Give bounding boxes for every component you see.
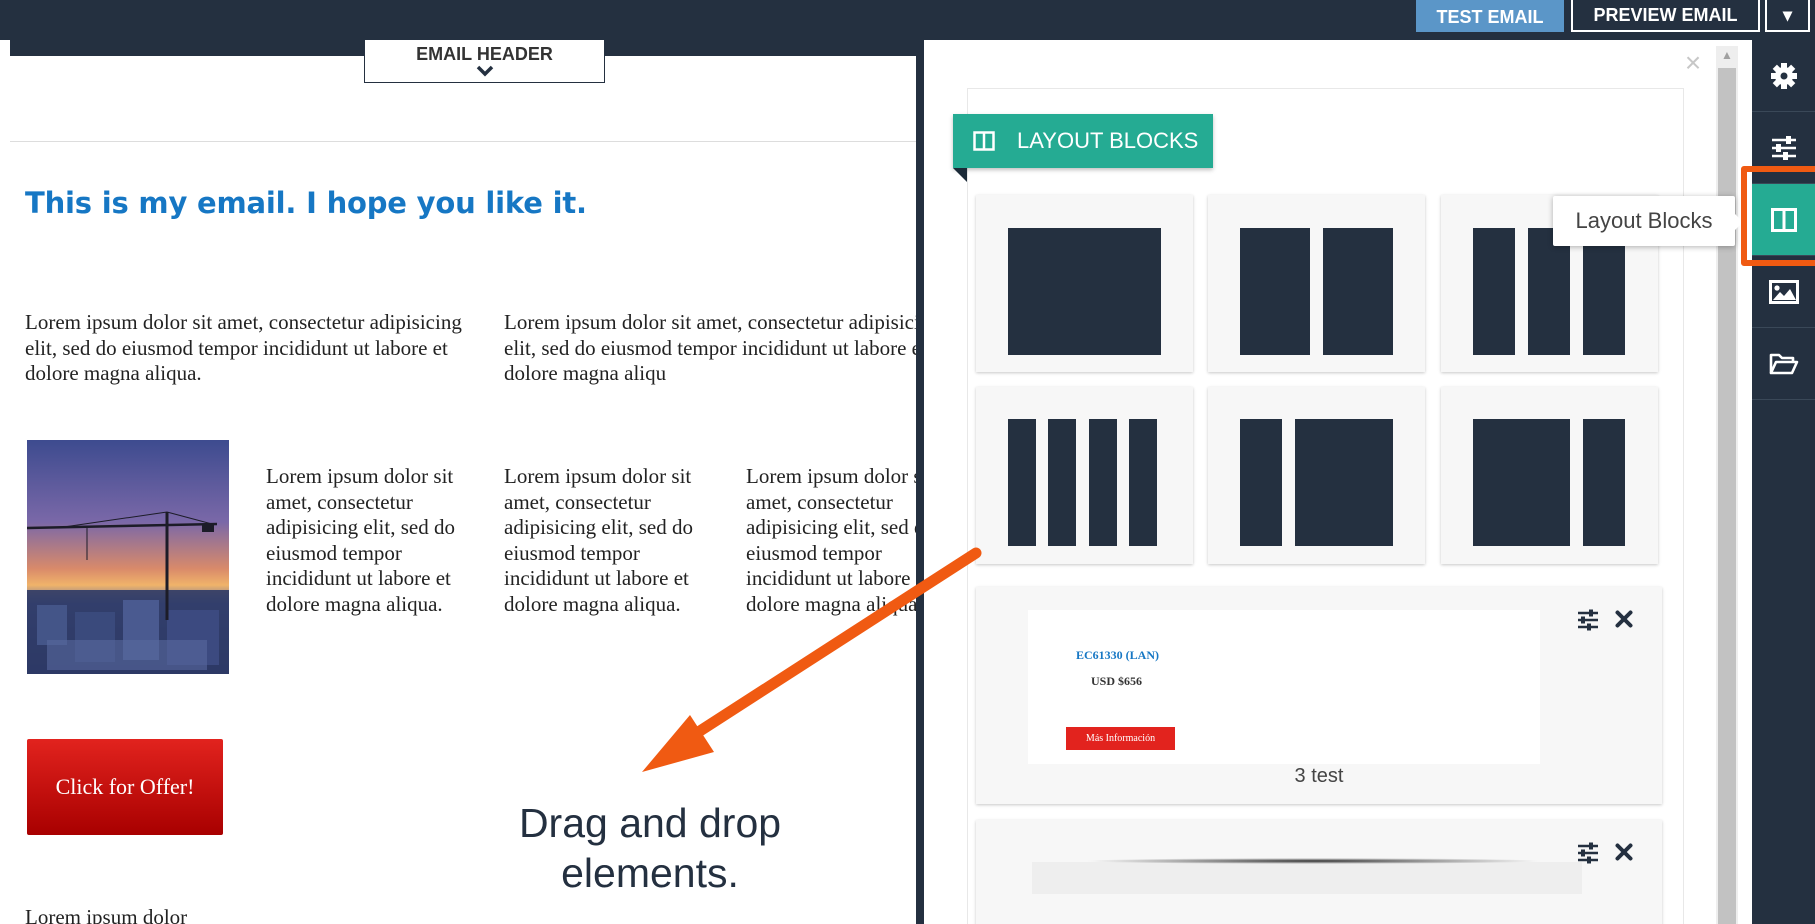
rail-adjustments[interactable]	[1752, 112, 1815, 184]
layout-tile-block	[1048, 419, 1076, 546]
email-column-2[interactable]: Lorem ipsum dolor sit amet, consectetur …	[504, 464, 704, 617]
email-paragraph-right-text: Lorem ipsum dolor sit amet, consectetur …	[504, 310, 916, 385]
layout-tile-block	[1323, 228, 1393, 355]
cta-label: Click for Offer!	[55, 774, 195, 799]
layout-tile-block	[1528, 228, 1570, 355]
columns-icon	[1770, 207, 1797, 232]
layout-tile-block	[1583, 228, 1625, 355]
sliders-icon	[1771, 135, 1796, 160]
columns-icon	[973, 131, 995, 151]
gear-icon	[1770, 62, 1797, 89]
panel-scrollbar[interactable]: ▲	[1716, 46, 1738, 924]
email-column-3[interactable]: Lorem ipsum dolor sit amet, consectetur …	[746, 464, 916, 617]
preview-more-info-button: Más Información	[1066, 727, 1175, 750]
layout-tile-narrow-wide[interactable]	[1208, 387, 1425, 564]
layout-tile-4-columns[interactable]	[976, 387, 1193, 564]
sliders-icon[interactable]	[1576, 842, 1600, 869]
layout-blocks-heading: LAYOUT BLOCKS	[953, 114, 1213, 168]
email-canvas[interactable]: EMAIL HEADER This is my email. I hope yo…	[0, 40, 916, 924]
chevron-down-icon	[476, 65, 493, 77]
rail-saved-files[interactable]	[1752, 328, 1815, 400]
email-header-label: EMAIL HEADER	[416, 44, 553, 64]
layout-tile-block	[1008, 228, 1161, 355]
email-column-1[interactable]: Lorem ipsum dolor sit amet, consectetur …	[266, 464, 466, 617]
layout-tile-block	[1583, 419, 1625, 546]
toolbar-more-button[interactable]: ▾	[1765, 0, 1810, 32]
sliders-icon[interactable]	[1576, 609, 1600, 636]
tooltip-pointer	[1735, 214, 1743, 230]
top-toolbar: TEST EMAIL PREVIEW EMAIL ▾	[0, 0, 1815, 40]
email-paragraph-right[interactable]: Lorem ipsum dolor sit amet, consectetur …	[504, 310, 916, 387]
header-divider	[10, 141, 916, 142]
badge-fold	[953, 168, 967, 182]
preview-product-code: EC61330 (LAN)	[1076, 648, 1159, 662]
layout-tile-block	[1240, 419, 1282, 546]
layout-blocks-title: LAYOUT BLOCKS	[1017, 128, 1199, 153]
layout-tile-block	[1089, 419, 1117, 546]
rail-images[interactable]	[1752, 256, 1815, 328]
layout-blocks-tooltip: Layout Blocks	[1553, 196, 1735, 246]
layout-tile-1-column[interactable]	[976, 195, 1193, 372]
preview-product-price: USD $656	[1091, 674, 1143, 688]
delete-icon[interactable]	[1614, 609, 1634, 636]
email-paragraph-bottom[interactable]: Lorem ipsum dolor	[25, 905, 187, 924]
saved-block-preview-shadow	[1084, 858, 1544, 864]
right-tool-rail	[1752, 40, 1815, 924]
layout-tile-block	[1008, 419, 1036, 546]
test-email-button[interactable]: TEST EMAIL	[1416, 0, 1564, 32]
layout-tile-block	[1473, 228, 1515, 355]
email-headline[interactable]: This is my email. I hope you like it.	[25, 186, 587, 220]
delete-icon[interactable]	[1614, 842, 1634, 869]
click-for-offer-button[interactable]: Click for Offer!	[27, 739, 223, 835]
email-paragraph-left[interactable]: Lorem ipsum dolor sit amet, consectetur …	[25, 310, 485, 387]
layout-tile-wide-narrow[interactable]	[1441, 387, 1658, 564]
scroll-up-arrow[interactable]: ▲	[1719, 48, 1735, 62]
rail-settings[interactable]	[1752, 40, 1815, 112]
saved-block-actions	[1576, 609, 1634, 636]
layout-tile-2-columns[interactable]	[1208, 195, 1425, 372]
saved-block-actions	[1576, 842, 1634, 869]
folder-open-icon	[1769, 353, 1798, 374]
preview-email-button[interactable]: PREVIEW EMAIL	[1571, 0, 1760, 32]
email-header-toggle[interactable]: EMAIL HEADER	[364, 40, 605, 83]
layout-tile-block	[1129, 419, 1157, 546]
saved-block-card[interactable]	[976, 820, 1662, 924]
crane-photo-image	[27, 440, 229, 674]
layout-tile-block	[1295, 419, 1393, 546]
construction-crane-photo[interactable]	[27, 440, 229, 674]
email-builder-app: TEST EMAIL PREVIEW EMAIL ▾ EMAIL HEADER …	[0, 0, 1815, 924]
layout-tile-block	[1240, 228, 1310, 355]
layout-blocks-panel: × ▲ LAYOUT BLOCKS EC61330 (LAN) USD $656…	[916, 40, 1752, 924]
close-icon[interactable]: ×	[1678, 48, 1708, 78]
drag-drop-annotation: Drag and drop elements.	[518, 800, 782, 896]
saved-block-label: 3 test	[1294, 765, 1344, 787]
rail-layout-blocks[interactable]	[1752, 184, 1815, 256]
layout-tile-block	[1473, 419, 1570, 546]
saved-block-preview	[1032, 862, 1582, 894]
saved-block-preview: EC61330 (LAN) USD $656 Más Información	[1028, 610, 1540, 764]
saved-block-card[interactable]: EC61330 (LAN) USD $656 Más Información 3…	[976, 587, 1662, 804]
image-icon	[1768, 279, 1799, 304]
